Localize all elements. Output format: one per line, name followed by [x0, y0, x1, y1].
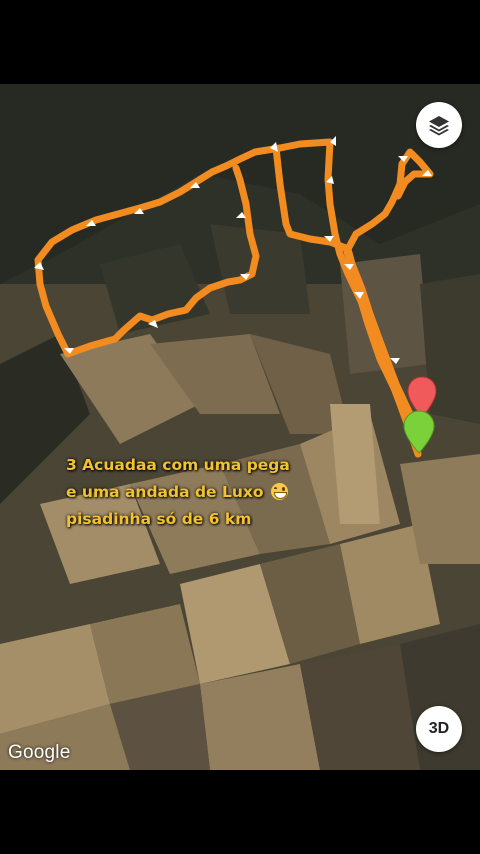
- layers-button[interactable]: [416, 102, 462, 148]
- layers-icon: [429, 116, 449, 136]
- caption-line-2-text: e uma andada de Luxo: [66, 483, 264, 501]
- grinning-emoji-icon: [270, 483, 288, 500]
- story-caption: 3 Acuadaa com uma pega e uma andada de L…: [66, 452, 366, 533]
- google-attribution: Google: [8, 742, 71, 763]
- caption-line-3: pisadinha só de 6 km: [66, 510, 252, 528]
- caption-line-2: e uma andada de Luxo: [66, 479, 366, 506]
- map-view[interactable]: 3 Acuadaa com uma pega e uma andada de L…: [0, 84, 480, 770]
- start-location-pin[interactable]: [402, 410, 436, 454]
- 3d-button[interactable]: 3D: [416, 706, 462, 752]
- caption-line-1: 3 Acuadaa com uma pega: [66, 456, 290, 474]
